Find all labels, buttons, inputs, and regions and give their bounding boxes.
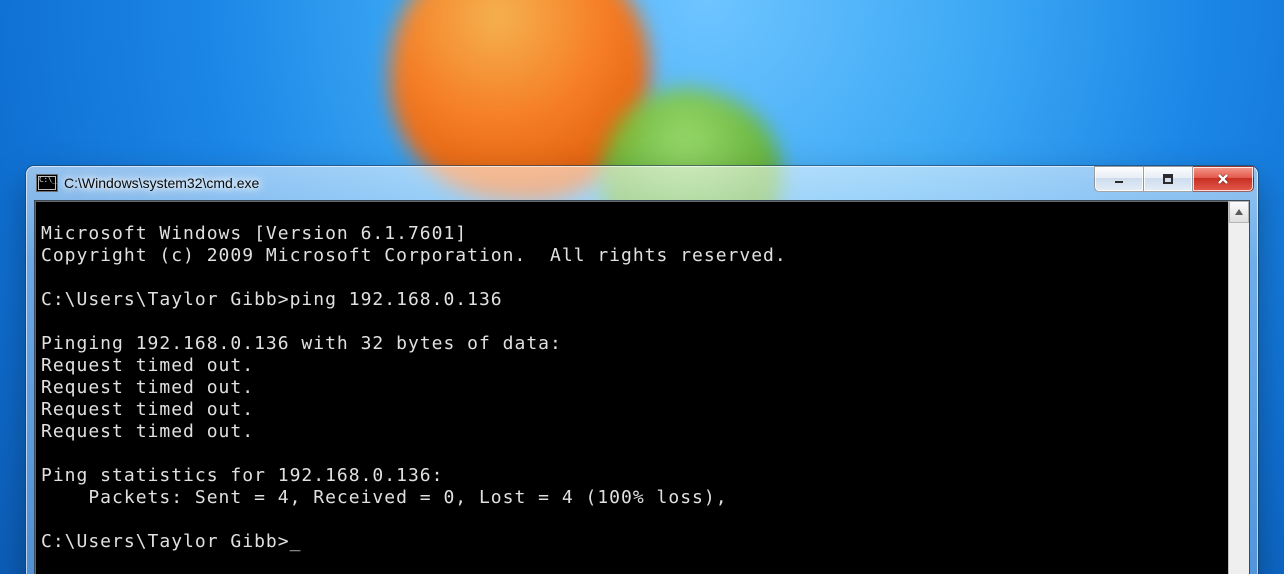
cmd-icon — [36, 174, 58, 192]
window-title: C:\Windows\system32\cmd.exe — [64, 175, 259, 191]
console-cursor: _ — [290, 531, 302, 552]
console-line: C:\Users\Taylor Gibb> — [41, 531, 290, 552]
console-line: Request timed out. — [41, 355, 254, 376]
console-line: Request timed out. — [41, 421, 254, 442]
console-line: C:\Users\Taylor Gibb>ping 192.168.0.136 — [41, 289, 503, 310]
chevron-up-icon — [1234, 207, 1244, 217]
close-icon — [1215, 171, 1231, 187]
console-output[interactable]: Microsoft Windows [Version 6.1.7601] Cop… — [35, 219, 1228, 574]
desktop-background: C:\Windows\system32\cmd.exe — [0, 0, 1284, 574]
minimize-icon — [1112, 172, 1126, 186]
console-line: Pinging 192.168.0.136 with 32 bytes of d… — [41, 333, 562, 354]
console-line: Copyright (c) 2009 Microsoft Corporation… — [41, 245, 787, 266]
scrollbar-track[interactable] — [1229, 223, 1249, 574]
maximize-button[interactable] — [1144, 166, 1193, 192]
minimize-button[interactable] — [1094, 166, 1144, 192]
console-line: Request timed out. — [41, 377, 254, 398]
cmd-window: C:\Windows\system32\cmd.exe — [26, 166, 1258, 574]
vertical-scrollbar[interactable] — [1228, 201, 1249, 574]
maximize-icon — [1161, 172, 1175, 186]
window-caption-buttons — [1094, 166, 1254, 192]
console-line: Ping statistics for 192.168.0.136: — [41, 465, 443, 486]
console-line: Microsoft Windows [Version 6.1.7601] — [41, 223, 467, 244]
window-titlebar[interactable]: C:\Windows\system32\cmd.exe — [26, 166, 1258, 200]
console-line: Request timed out. — [41, 399, 254, 420]
close-button[interactable] — [1193, 166, 1254, 192]
scroll-up-button[interactable] — [1229, 201, 1249, 223]
console-line: Packets: Sent = 4, Received = 0, Lost = … — [41, 487, 728, 508]
window-client-area: Microsoft Windows [Version 6.1.7601] Cop… — [34, 200, 1250, 574]
